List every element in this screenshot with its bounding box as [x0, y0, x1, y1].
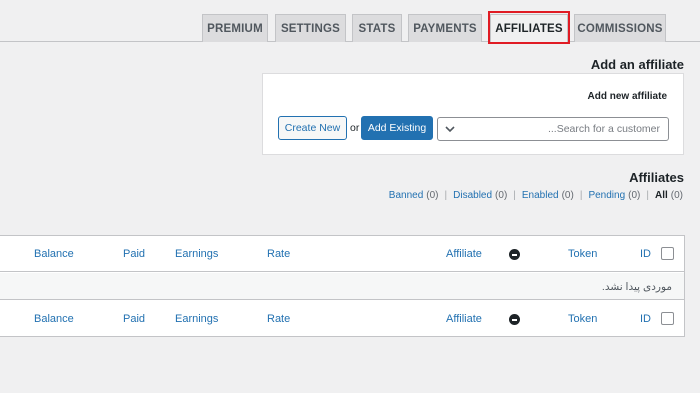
filter-pending[interactable]: Pending: [588, 190, 625, 201]
filter-banned-count: (0): [426, 190, 439, 201]
filter-disabled[interactable]: Disabled: [453, 190, 492, 201]
filter-all-count: (0): [670, 190, 683, 201]
table-empty-row: موردی پیدا نشد.: [0, 273, 684, 300]
column-earnings[interactable]: Earnings: [175, 248, 218, 260]
column-rate[interactable]: Rate: [267, 313, 290, 325]
tab-premium[interactable]: PREMIUM: [202, 14, 268, 42]
affiliates-heading: Affiliates: [629, 170, 684, 185]
status-icon: [509, 314, 520, 325]
column-affiliate[interactable]: Affiliate: [446, 313, 482, 325]
column-token[interactable]: Token: [568, 313, 597, 325]
select-all-checkbox[interactable]: [661, 312, 674, 325]
column-affiliate[interactable]: Affiliate: [446, 248, 482, 260]
filter-separator: |: [444, 190, 448, 201]
table-header-row: Balance Paid Earnings Rate Affiliate Tok…: [0, 236, 684, 272]
column-id[interactable]: ID: [640, 313, 651, 325]
select-all-checkbox[interactable]: [661, 247, 674, 260]
column-paid[interactable]: Paid: [123, 248, 145, 260]
add-affiliate-panel: Add new affiliate Create New or Add Exis…: [262, 73, 684, 155]
filter-separator: |: [579, 190, 583, 201]
tab-commissions[interactable]: COMMISSIONS: [574, 14, 666, 42]
tab-settings[interactable]: SETTINGS: [275, 14, 346, 42]
column-id[interactable]: ID: [640, 248, 651, 260]
tab-stats[interactable]: STATS: [352, 14, 402, 42]
empty-message: موردی پیدا نشد.: [601, 281, 672, 293]
column-token[interactable]: Token: [568, 248, 597, 260]
column-balance[interactable]: Balance: [34, 313, 74, 325]
column-paid[interactable]: Paid: [123, 313, 145, 325]
filter-separator: |: [646, 190, 649, 201]
chevron-down-icon: [445, 126, 455, 133]
or-label: or: [350, 122, 360, 134]
column-balance[interactable]: Balance: [34, 248, 74, 260]
filter-separator: |: [513, 190, 516, 201]
tab-payments[interactable]: PAYMENTS: [408, 14, 482, 42]
customer-search-select[interactable]: ...Search for a customer: [437, 117, 669, 141]
filter-disabled-count: (0): [495, 190, 508, 201]
filter-enabled-count: (0): [561, 190, 574, 201]
column-rate[interactable]: Rate: [267, 248, 290, 260]
search-placeholder: ...Search for a customer: [547, 123, 660, 135]
add-affiliate-subtitle: Add new affiliate: [587, 91, 667, 102]
status-icon: [509, 249, 520, 260]
affiliates-table: Balance Paid Earnings Rate Affiliate Tok…: [0, 235, 685, 337]
filter-banned[interactable]: Banned: [389, 190, 423, 201]
filter-enabled[interactable]: Enabled: [522, 190, 559, 201]
add-existing-button[interactable]: Add Existing: [361, 116, 433, 140]
create-new-button[interactable]: Create New: [278, 116, 347, 140]
column-earnings[interactable]: Earnings: [175, 313, 218, 325]
filter-pending-count: (0): [628, 190, 641, 201]
tab-affiliates[interactable]: AFFILIATES: [490, 14, 568, 42]
filter-all[interactable]: All: [655, 190, 668, 201]
table-footer-row: Balance Paid Earnings Rate Affiliate Tok…: [0, 301, 684, 337]
add-affiliate-heading: Add an affiliate: [590, 57, 684, 72]
status-filters: Banned (0) | Disabled (0) | Enabled (0) | P…: [389, 190, 683, 201]
